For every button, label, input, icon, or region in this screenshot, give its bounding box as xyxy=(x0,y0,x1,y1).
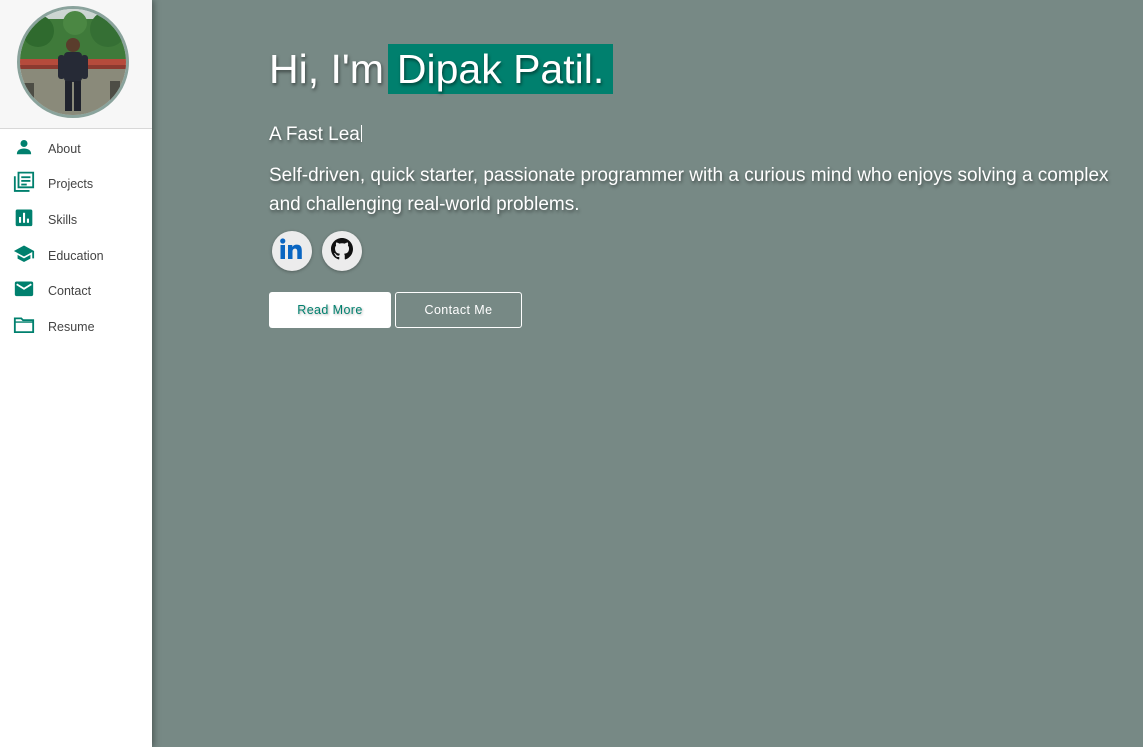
sidebar-item-label: Projects xyxy=(48,177,94,192)
sidebar-item-skills[interactable]: Skills xyxy=(0,202,152,238)
typing-cursor xyxy=(360,125,362,142)
main-content: Hi, I'm Dipak Patil. A Fast Lea Self-driv… xyxy=(152,0,1143,747)
hero-name: Dipak Patil. xyxy=(387,44,614,94)
linkedin-link[interactable] xyxy=(272,231,312,271)
sidebar-item-resume[interactable]: Resume xyxy=(0,309,152,345)
graduation-cap-icon xyxy=(13,242,35,264)
avatar[interactable] xyxy=(17,6,129,118)
sidebar: About Projects Skills Education Contact … xyxy=(0,0,152,747)
hero-bio: Self-driven, quick starter, passionate p… xyxy=(269,165,1109,215)
sidebar-item-label: Skills xyxy=(48,212,78,227)
hero-title: Hi, I'm Dipak Patil. xyxy=(269,44,614,94)
article-icon xyxy=(13,171,35,193)
sidebar-item-label: Education xyxy=(48,248,104,263)
sidebar-item-about[interactable]: About xyxy=(0,131,152,167)
sidebar-item-label: Resume xyxy=(48,319,95,334)
contact-me-button[interactable]: Contact Me xyxy=(395,292,522,328)
read-more-button[interactable]: Read More xyxy=(269,292,391,328)
mail-icon xyxy=(13,278,35,300)
typed-text: A Fast Lea xyxy=(269,124,360,145)
github-link[interactable] xyxy=(322,231,362,271)
person-icon xyxy=(13,136,35,158)
sidebar-item-projects[interactable]: Projects xyxy=(0,167,152,203)
sidebar-item-education[interactable]: Education xyxy=(0,238,152,274)
typed-subtitle: A Fast Lea xyxy=(269,124,362,146)
sidebar-item-label: Contact xyxy=(48,284,92,299)
folder-icon xyxy=(13,314,35,336)
sidebar-item-label: About xyxy=(48,141,81,156)
linkedin-icon xyxy=(279,237,305,265)
page-root: About Projects Skills Education Contact … xyxy=(0,0,1143,747)
hero-greeting: Hi, I'm xyxy=(269,46,384,92)
bar-chart-icon xyxy=(13,207,35,229)
github-icon xyxy=(331,237,353,265)
sidebar-item-contact[interactable]: Contact xyxy=(0,273,152,309)
avatar-header xyxy=(0,0,152,129)
sidebar-nav: About Projects Skills Education Contact … xyxy=(0,131,152,345)
